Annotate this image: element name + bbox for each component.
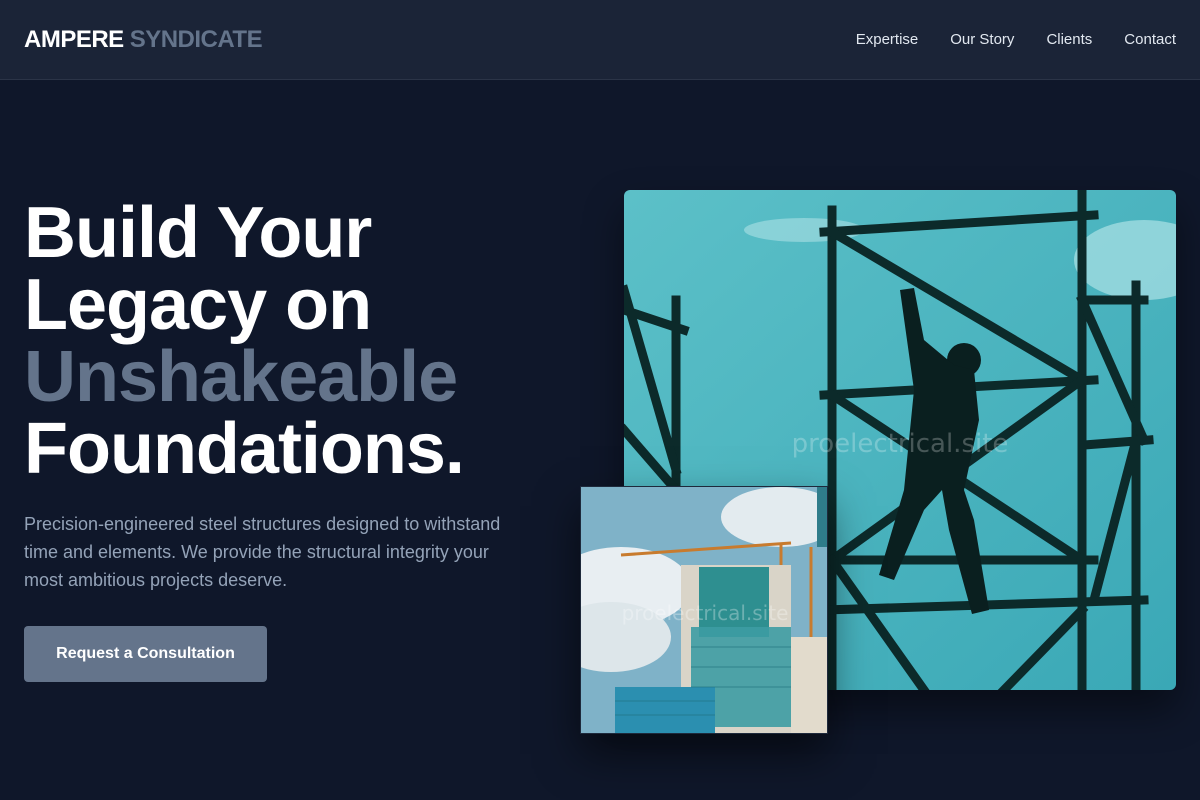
nav-link-our-story[interactable]: Our Story	[950, 30, 1014, 50]
hero-title-line-4: Foundations.	[24, 409, 465, 489]
hero-title-line-1: Build Your	[24, 193, 372, 273]
request-consultation-button[interactable]: Request a Consultation	[24, 626, 267, 682]
hero-description: Precision-engineered steel structures de…	[24, 514, 501, 590]
brand-logo[interactable]: AMPERE SYNDICATE	[24, 26, 263, 54]
site-header: AMPERE SYNDICATE Expertise Our Story Clie…	[0, 0, 1200, 80]
construction-site-image: proelectrical.site	[580, 486, 828, 734]
brand-primary: AMPERE	[24, 26, 124, 53]
hero-title: Build Your Legacy on Unshakeable Foundat…	[24, 193, 465, 489]
nav-link-contact[interactable]: Contact	[1124, 30, 1176, 50]
main-nav: Expertise Our Story Clients Contact	[856, 30, 1176, 50]
nav-link-clients[interactable]: Clients	[1046, 30, 1092, 50]
nav-link-expertise[interactable]: Expertise	[856, 30, 919, 50]
brand-secondary: SYNDICATE	[129, 26, 263, 53]
hero-title-line-3: Unshakeable	[24, 337, 458, 417]
small-image-watermark: proelectrical.site	[622, 601, 789, 625]
hero-title-line-2: Legacy on	[24, 265, 372, 345]
main-image-watermark: proelectrical.site	[792, 429, 1009, 459]
